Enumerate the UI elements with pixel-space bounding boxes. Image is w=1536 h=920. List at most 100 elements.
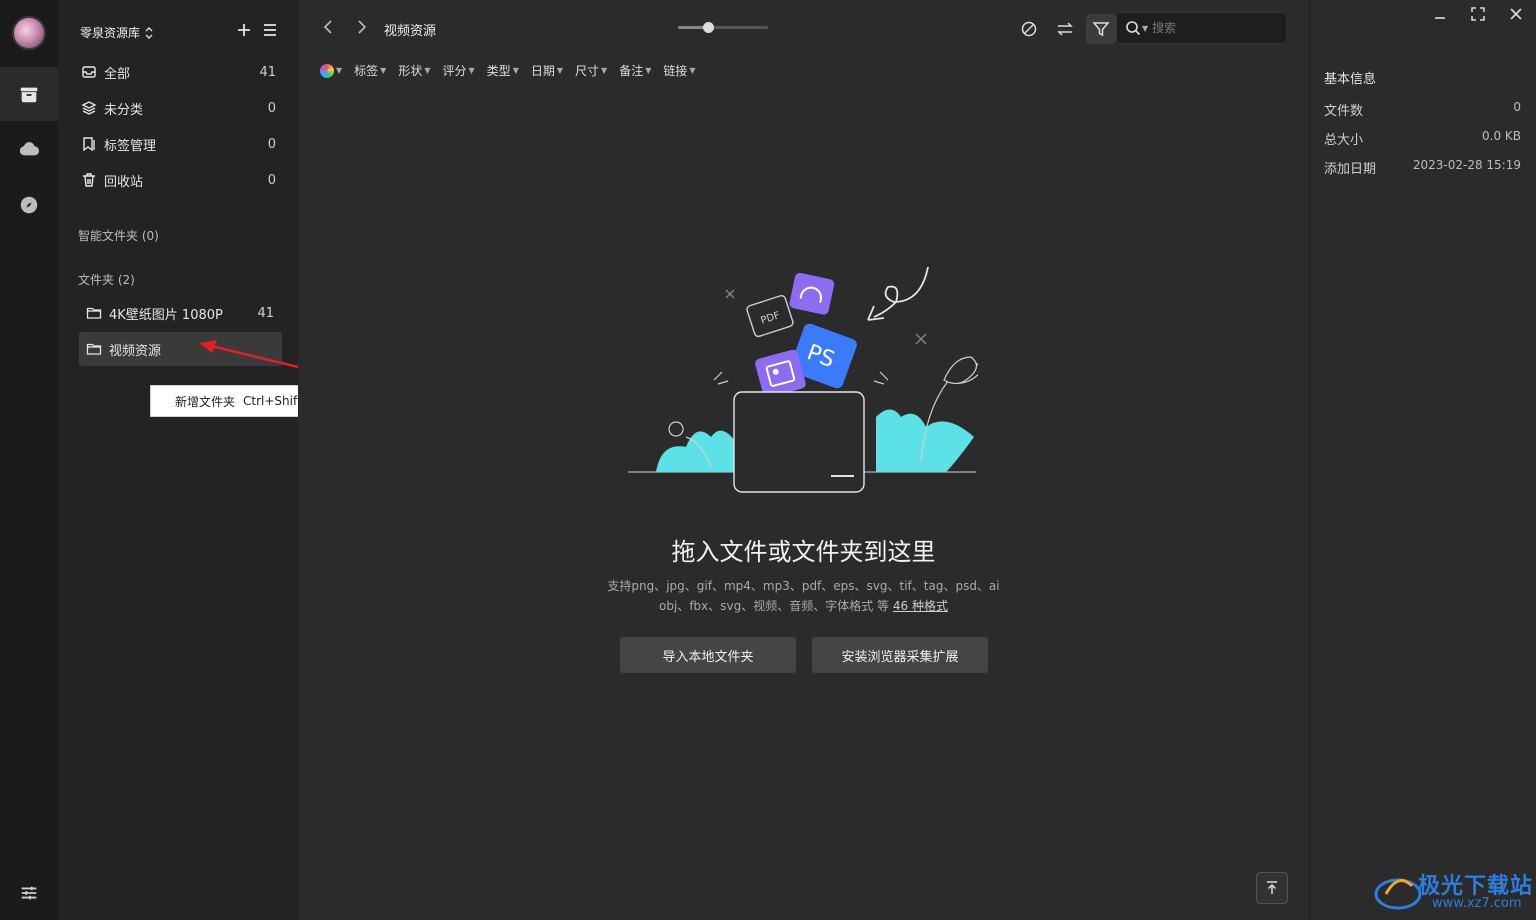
filter-label: 链接: [663, 64, 688, 78]
filter-label: 标签: [354, 64, 379, 78]
chevron-down-icon: ▼: [601, 66, 608, 75]
empty-state-title: 拖入文件或文件夹到这里: [671, 538, 936, 566]
library-nav-button[interactable]: [0, 67, 58, 121]
import-local-folder-button[interactable]: 导入本地文件夹: [620, 637, 796, 673]
nav-label: 全部: [104, 66, 131, 82]
library-name: 零泉资源库: [80, 26, 141, 40]
minimize-icon[interactable]: [1432, 6, 1448, 22]
empty-state-description: 支持png、jpg、gif、mp4、mp3、pdf、eps、svg、tif、ta…: [298, 576, 1309, 616]
chevron-down-icon: ▼: [512, 66, 519, 75]
settings-nav-button[interactable]: [0, 866, 58, 920]
formats-line-2: obj、fbx、svg、视频、音频、字体格式 等: [659, 599, 893, 613]
nav-tag-manager[interactable]: 标签管理 0: [80, 130, 276, 158]
box-icon: [20, 87, 38, 103]
info-value: 0: [1513, 100, 1521, 114]
info-panel: 基本信息 文件数 0 总大小 0.0 KB 添加日期 2023-02-28 15…: [1309, 0, 1536, 920]
search-input[interactable]: [1152, 21, 1273, 35]
library-switcher[interactable]: 零泉资源库: [80, 24, 154, 41]
swap-icon: [1057, 22, 1073, 36]
trash-icon: [83, 173, 95, 187]
formats-link[interactable]: 46 种格式: [893, 599, 948, 613]
discover-nav-button[interactable]: [0, 178, 58, 232]
chevron-down-icon: ▼: [645, 66, 652, 75]
nav-uncategorized[interactable]: 未分类 0: [80, 94, 276, 122]
filter-tags[interactable]: 标签 ▼: [354, 62, 386, 79]
slash-circle-icon: [1021, 21, 1037, 37]
info-row-total-size: 总大小 0.0 KB: [1324, 129, 1521, 148]
info-label: 添加日期: [1324, 162, 1377, 177]
chevron-down-icon: ▼: [556, 66, 564, 75]
sort-button[interactable]: [1050, 14, 1080, 44]
folders-header[interactable]: 文件夹 (2): [78, 271, 135, 288]
main-area: 视频资源 ▼ ▼ 标签▼ 形状▼ 评分▼ 类型▼ 日期▼ 尺寸▼ 备注▼ 链接▼: [298, 0, 1309, 920]
folder-item[interactable]: 4K壁纸图片 1080P 41: [79, 296, 282, 330]
chevron-down-icon: ▼: [336, 66, 343, 75]
nav-count: 41: [259, 64, 276, 80]
sidebar: 零泉资源库 全部 41 未分类 0 标签管理 0 回收站 0 智能文件夹 (0)…: [58, 0, 298, 920]
thumbnail-size-slider[interactable]: [678, 22, 768, 33]
nav-trash[interactable]: 回收站 0: [80, 166, 276, 194]
breadcrumb: 视频资源: [384, 24, 437, 39]
info-row-file-count: 文件数 0: [1324, 100, 1521, 119]
filter-type[interactable]: 类型 ▼: [487, 62, 519, 79]
filter-bar: ▼ 标签 ▼ 形状 ▼ 评分 ▼ 类型 ▼ 日期 ▼ 尺寸 ▼ 备注 ▼ 链接 ▼: [320, 62, 696, 79]
folder-icon: [86, 307, 102, 319]
filter-button[interactable]: [1086, 14, 1116, 44]
filter-notes[interactable]: 备注 ▼: [619, 62, 651, 79]
tooltip-label: 新增文件夹: [175, 394, 236, 409]
inbox-icon: [82, 66, 96, 78]
hide-button[interactable]: [1014, 14, 1044, 44]
avatar[interactable]: [12, 16, 46, 50]
folder-label: 视频资源: [109, 343, 162, 359]
info-value: 0.0 KB: [1482, 129, 1521, 143]
info-label: 总大小: [1324, 133, 1364, 148]
close-icon[interactable]: [1508, 6, 1524, 22]
nav-all[interactable]: 全部 41: [80, 58, 276, 86]
plus-icon[interactable]: [236, 22, 252, 38]
layers-icon: [81, 101, 97, 115]
filter-color[interactable]: ▼: [320, 63, 343, 78]
filter-size[interactable]: 尺寸 ▼: [575, 62, 607, 79]
scroll-to-top-button[interactable]: [1256, 872, 1288, 904]
color-wheel-icon: [320, 63, 334, 78]
sliders-icon: [21, 886, 37, 900]
slider-knob[interactable]: [702, 22, 714, 33]
chevron-down-icon: ▼: [689, 66, 696, 75]
filter-link[interactable]: 链接 ▼: [663, 62, 695, 79]
search-icon: [1126, 21, 1141, 36]
info-label: 文件数: [1324, 104, 1364, 119]
filter-label: 备注: [619, 64, 644, 78]
filter-label: 日期: [530, 64, 555, 78]
menu-icon[interactable]: [262, 22, 278, 38]
nav-count: 0: [267, 172, 276, 188]
filter-label: 尺寸: [575, 64, 600, 78]
filter-label: 类型: [486, 64, 511, 78]
chevron-down-icon[interactable]: ▼: [1142, 24, 1148, 33]
cloud-icon: [19, 142, 40, 156]
cloud-nav-button[interactable]: [0, 122, 58, 176]
folder-count: 41: [257, 305, 274, 321]
maximize-icon[interactable]: [1470, 6, 1486, 22]
folder-label: 4K壁纸图片 1080P: [109, 307, 223, 323]
smart-folders-header[interactable]: 智能文件夹 (0): [78, 227, 159, 244]
back-icon[interactable]: [320, 18, 338, 36]
nav-count: 0: [267, 136, 276, 152]
nav-label: 回收站: [104, 174, 144, 190]
install-extension-button[interactable]: 安装浏览器采集扩展: [812, 637, 988, 673]
formats-line-1: 支持png、jpg、gif、mp4、mp3、pdf、eps、svg、tif、ta…: [607, 579, 1000, 593]
chevron-down-icon: ▼: [424, 66, 431, 75]
filter-label: 评分: [442, 64, 467, 78]
compass-icon: [20, 196, 38, 214]
info-title: 基本信息: [1324, 72, 1377, 87]
filter-shape[interactable]: 形状 ▼: [398, 62, 430, 79]
filter-rating[interactable]: 评分 ▼: [443, 62, 475, 79]
forward-icon[interactable]: [352, 18, 370, 36]
chevron-updown-icon: [145, 26, 153, 39]
filter-label: 形状: [398, 64, 423, 78]
filter-icon: [1092, 22, 1110, 37]
filter-date[interactable]: 日期 ▼: [531, 62, 563, 79]
nav-count: 0: [267, 100, 276, 116]
search-box[interactable]: ▼: [1116, 12, 1287, 44]
watermark-url: www.xz7.com: [1432, 896, 1522, 911]
nav-label: 未分类: [104, 102, 144, 118]
